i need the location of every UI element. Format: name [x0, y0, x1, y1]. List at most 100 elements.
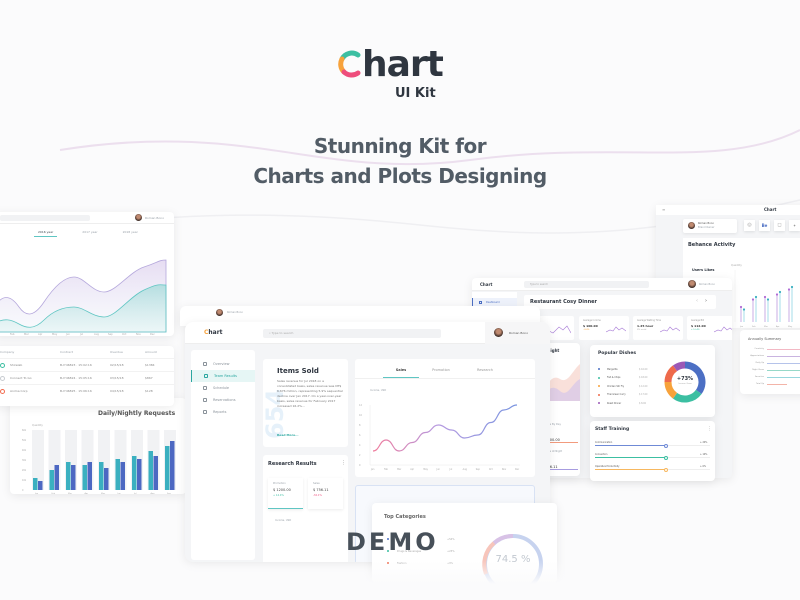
- left-window-table: Company Contract Overdue Amount Shirelab…: [0, 346, 174, 406]
- stat-sparkline: [660, 326, 680, 333]
- sidebar-item-team-results[interactable]: Team Results: [191, 370, 255, 382]
- dish-color-dot: [598, 376, 600, 379]
- stat-sparkline: [714, 326, 732, 333]
- x-tick-label: Jul: [79, 332, 83, 336]
- search-input[interactable]: ⌕ Type to search: [263, 329, 441, 338]
- stat-card[interactable]: Average Waiting Time 1.25 hour 0% avoid: [633, 316, 683, 340]
- x-tick-label: Jun: [117, 493, 122, 494]
- sidebar-item-reports[interactable]: Reports: [191, 406, 255, 418]
- dish-row[interactable]: Chicken Stir Fry $ 12.00: [598, 382, 647, 391]
- training-slider-handle[interactable]: [664, 443, 669, 448]
- table-row[interactable]: Anima Corp B-IY46825 · 15:06:16 04/15/18 $1…: [0, 384, 174, 397]
- x-tick-label: Sep: [167, 493, 172, 494]
- donut-segment: [492, 533, 514, 545]
- reservations-icon: [203, 398, 207, 402]
- annual-row-bar: [767, 377, 800, 378]
- tab-2018[interactable]: 2018 year: [123, 230, 138, 237]
- avatar: [494, 328, 503, 337]
- x-tick-label: Mar: [24, 332, 30, 336]
- more-options-icon[interactable]: ⋮: [341, 460, 346, 466]
- sales-chart-ylabel: Income, USD: [370, 389, 387, 392]
- staff-training-card: Staff Training ⋮ Communication + 20% Conne…: [590, 421, 715, 481]
- sidebar-item-overview[interactable]: Overview: [191, 358, 255, 370]
- y-tick-label: 4: [359, 444, 361, 447]
- brand-logo: hart UI Kit: [338, 44, 468, 104]
- avatar[interactable]: [135, 214, 142, 221]
- tab-research[interactable]: Research: [463, 359, 507, 378]
- twitter-icon[interactable]: ✦: [789, 220, 800, 231]
- sales-tabs: Sales Promotion Research: [355, 359, 535, 379]
- bar-nightly: [87, 462, 92, 490]
- y-tick-label: 0: [22, 489, 24, 492]
- prev-arrow-icon[interactable]: ‹: [696, 298, 698, 304]
- bar-likes-a-point: [739, 305, 743, 309]
- dish-row[interactable]: Fish & Chips $ 18.00: [598, 374, 647, 383]
- sidebar-item-schedule[interactable]: Schedule: [191, 382, 255, 394]
- tab-2016[interactable]: 2016 year: [34, 230, 58, 237]
- search-input[interactable]: Type to search: [524, 281, 649, 288]
- y-axis-label: Quantity: [731, 263, 742, 267]
- sales-chart-card: Sales Promotion Research Income, USD 0 2 4…: [355, 359, 535, 477]
- training-progress: [595, 469, 667, 470]
- behance-logo: Chart: [764, 207, 777, 212]
- search-input[interactable]: [0, 215, 90, 221]
- col-overdue: Overdue: [110, 350, 123, 354]
- training-slider-handle[interactable]: [664, 455, 669, 460]
- x-tick-label: Apr: [776, 325, 780, 328]
- user-menu[interactable]: Roman Bono: [485, 322, 550, 344]
- dishes-donut-chart: [664, 361, 706, 403]
- next-arrow-icon[interactable]: ›: [705, 298, 707, 304]
- stat-label: Promotion: [273, 482, 286, 485]
- sales-stat[interactable]: Sales $ 756.11 -32.1%: [308, 478, 343, 509]
- top-categories-title: Top Categories: [384, 514, 426, 520]
- x-axis-labels: JanFebMarAprMayJunJulAugSepOctNovDec: [0, 332, 155, 336]
- main-nav: Overview Team Results Schedule Reservations…: [191, 350, 255, 418]
- x-tick-label: Jan: [370, 468, 375, 471]
- dish-row[interactable]: Roast Dinner $ 8.00: [598, 399, 647, 408]
- tab-sales[interactable]: Sales: [383, 359, 419, 378]
- read-more-link[interactable]: Read More...: [277, 433, 299, 437]
- search-placeholder: Type to search: [271, 331, 294, 335]
- tab-promotion[interactable]: Promotion: [419, 359, 463, 378]
- sidebar-item-dashboard[interactable]: Dashboard: [472, 298, 517, 306]
- x-tick-label: May: [423, 468, 428, 471]
- promotion-stat[interactable]: Promotion $ 1200.00 + 14.4%: [268, 478, 303, 509]
- items-sold-title: Items Sold: [277, 367, 319, 375]
- logo-wordmark: hart: [338, 44, 444, 85]
- menu-icon[interactable]: ≡: [662, 207, 665, 212]
- nav-label: Reports: [213, 410, 227, 414]
- annual-row-label: Creativity: [754, 348, 764, 350]
- x-tick-label: Oct: [489, 468, 493, 471]
- y-axis-label: Quantity: [32, 423, 43, 427]
- table-row[interactable]: Connect To Go B-IY46824 · 15:05:16 03/15/1…: [0, 371, 174, 384]
- company-cell: Anima Corp: [0, 388, 60, 394]
- annual-row-label: Night Views: [752, 369, 764, 371]
- col-company: Company: [0, 350, 15, 354]
- avatar[interactable]: [688, 280, 696, 288]
- dish-price: $ 17.00: [639, 393, 648, 397]
- dish-row[interactable]: Margarita $ 16.00: [598, 365, 647, 374]
- social-buttons: ◎ Be ◻ ✦: [744, 220, 800, 231]
- stat-sparkline: [606, 326, 626, 333]
- tab-2017[interactable]: 2017 year: [82, 230, 97, 237]
- bar-daily: [115, 459, 120, 490]
- sidebar-item-reservations[interactable]: Reservations: [191, 394, 255, 406]
- x-tick-label: Nov: [502, 468, 507, 471]
- more-options-icon[interactable]: ⋮: [707, 426, 712, 432]
- dish-name: Margarita: [607, 367, 618, 371]
- dish-row[interactable]: Thai Green Curry $ 17.00: [598, 391, 647, 400]
- annual-row-label: Daily Up: [755, 362, 764, 364]
- stat-card[interactable]: Average Bill $ 112.00 + 10.4%: [687, 316, 732, 340]
- dribbble-icon[interactable]: ◎: [744, 220, 755, 231]
- x-tick-label: May: [788, 326, 793, 328]
- table-row[interactable]: Shirelab B-IY46823 · 15:02:16 02/15/18 $138…: [0, 358, 174, 371]
- contract-cell: B-IY46824 · 15:05:16: [60, 376, 92, 380]
- behance-icon[interactable]: Be: [759, 220, 770, 231]
- x-tick-label: Mar: [764, 325, 768, 328]
- stat-card[interactable]: Average Income $ 100.00- 8.4%: [579, 316, 629, 340]
- annual-summary-title: Annually Summary: [748, 337, 782, 341]
- user-card[interactable]: Roman Bono Brand Owner: [683, 219, 737, 233]
- training-slider-handle[interactable]: [664, 467, 669, 472]
- area-chart: JanFebMarAprMayJunJulAugSepOctNovDec: [0, 259, 167, 336]
- instagram-icon[interactable]: ◻: [774, 220, 785, 231]
